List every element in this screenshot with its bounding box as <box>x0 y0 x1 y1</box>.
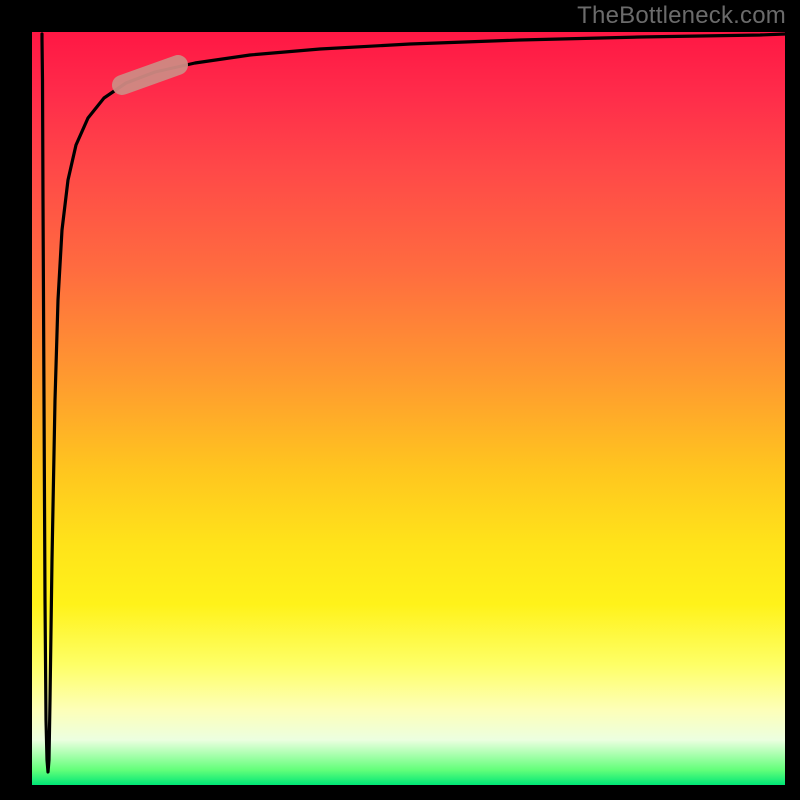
plot-background-gradient <box>32 32 785 785</box>
watermark-text: TheBottleneck.com <box>577 2 786 30</box>
chart-container: TheBottleneck.com <box>0 0 800 800</box>
